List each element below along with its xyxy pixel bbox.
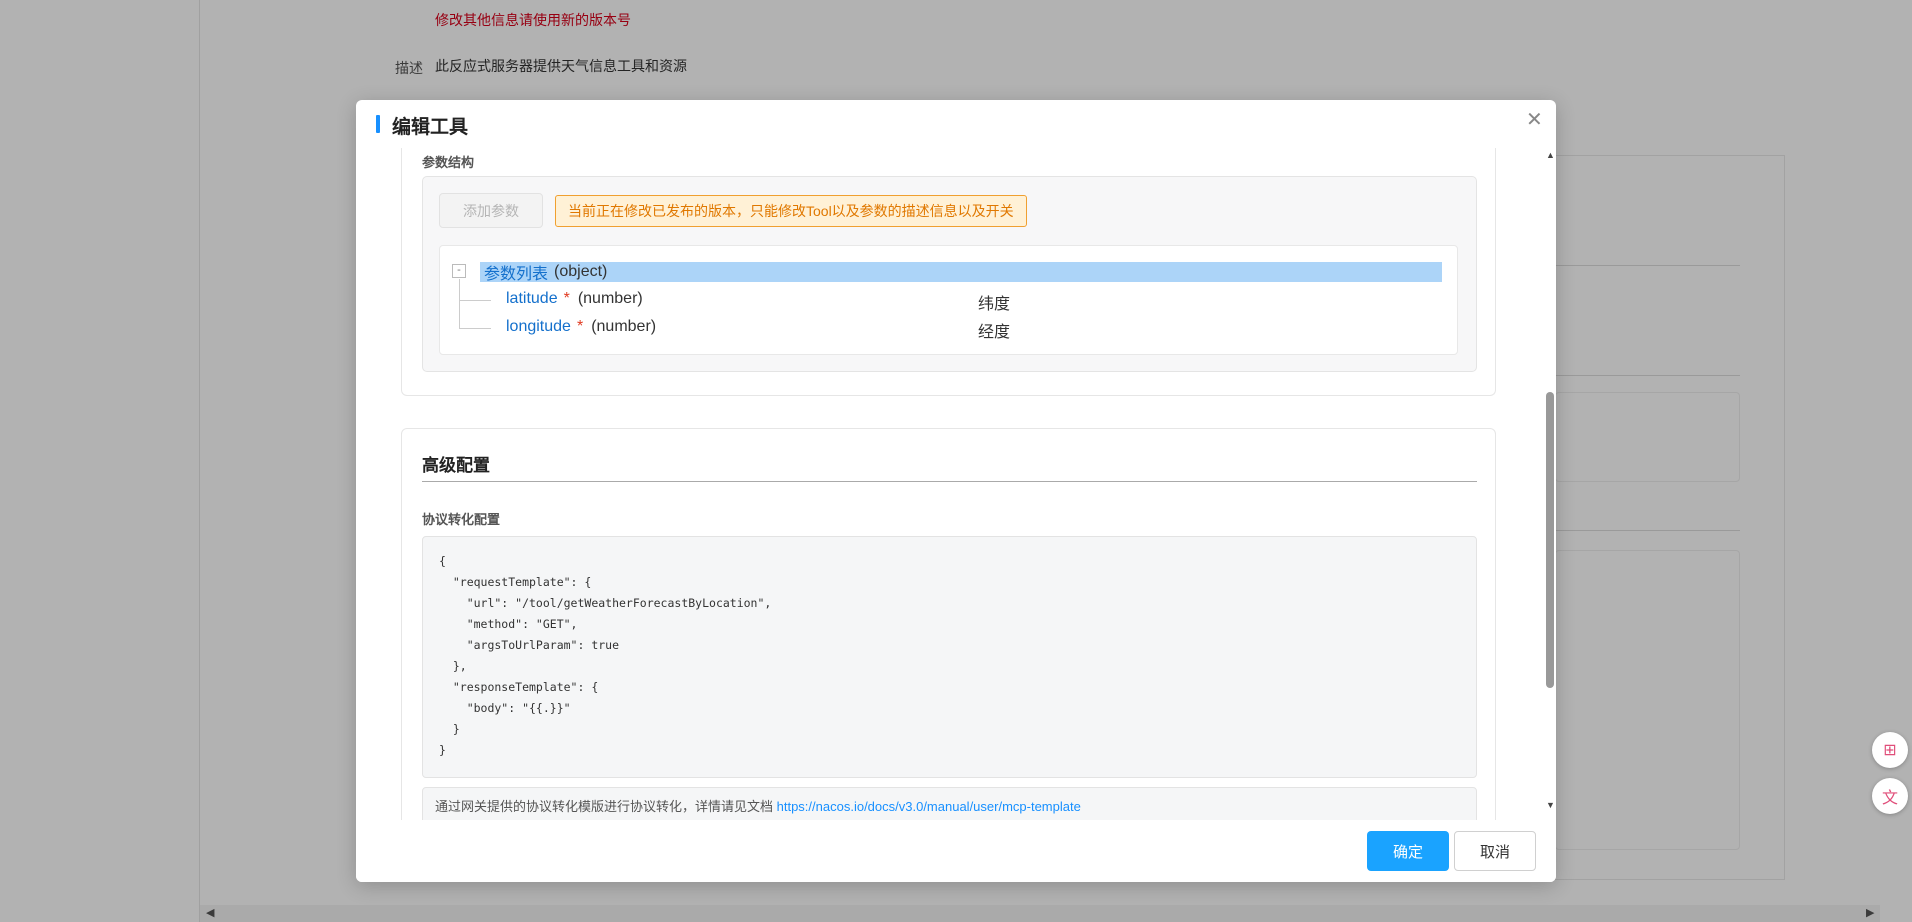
scrollbar-thumb[interactable] bbox=[1546, 392, 1554, 688]
tree-connector bbox=[459, 279, 460, 329]
root-name: 参数列表 bbox=[484, 266, 549, 283]
template-hint: 通过网关提供的协议转化模版进行协议转化，详情请见文档 https://nacos… bbox=[422, 787, 1477, 820]
published-version-notice: 当前正在修改已发布的版本，只能修改Tool以及参数的描述信息以及开关 bbox=[555, 195, 1027, 227]
close-icon[interactable]: ✕ bbox=[1526, 110, 1543, 130]
title-accent-bar bbox=[376, 115, 380, 133]
dialog-body: 参数结构 添加参数 当前正在修改已发布的版本，只能修改Tool以及参数的描述信息… bbox=[356, 148, 1546, 820]
advanced-config-title: 高级配置 bbox=[422, 456, 490, 475]
scroll-down-icon[interactable]: ▼ bbox=[1546, 800, 1555, 810]
apps-add-icon[interactable]: ⊞ bbox=[1872, 732, 1908, 768]
param-row-latitude[interactable]: latitude * (number) bbox=[506, 290, 643, 308]
protocol-config-editor[interactable]: { "requestTemplate": { "url": "/tool/get… bbox=[422, 536, 1477, 778]
param-name: latitude bbox=[506, 290, 558, 307]
param-desc: 纬度 bbox=[978, 296, 1011, 313]
code-line: "argsToUrlParam": true bbox=[439, 638, 620, 652]
param-type: (number) bbox=[577, 290, 643, 307]
params-card: 参数结构 添加参数 当前正在修改已发布的版本，只能修改Tool以及参数的描述信息… bbox=[401, 148, 1496, 396]
confirm-button[interactable]: 确定 bbox=[1367, 831, 1449, 871]
dialog-footer: 确定 取消 bbox=[356, 820, 1556, 882]
params-section-label: 参数结构 bbox=[422, 155, 475, 170]
section-divider bbox=[422, 481, 1477, 482]
tree-connector bbox=[459, 328, 491, 329]
code-line: { bbox=[439, 554, 446, 568]
param-row-longitude[interactable]: longitude * (number) bbox=[506, 318, 656, 336]
hint-text: 通过网关提供的协议转化模版进行协议转化，详情请见文档 bbox=[435, 799, 777, 814]
protocol-config-label: 协议转化配置 bbox=[422, 512, 501, 527]
dialog-scrollbar[interactable]: ▲ ▼ bbox=[1544, 148, 1556, 820]
tree-connector bbox=[459, 300, 491, 301]
translate-icon[interactable]: 文 bbox=[1872, 778, 1908, 814]
code-line: "responseTemplate": { bbox=[439, 680, 599, 694]
code-line: }, bbox=[439, 659, 467, 673]
docs-link[interactable]: https://nacos.io/docs/v3.0/manual/user/m… bbox=[777, 799, 1081, 814]
root-type: (object) bbox=[554, 263, 608, 280]
code-line: "url": "/tool/getWeatherForecastByLocati… bbox=[439, 596, 772, 610]
add-param-button[interactable]: 添加参数 bbox=[439, 193, 543, 228]
code-line: "method": "GET", bbox=[439, 617, 578, 631]
tree-root-node[interactable]: 参数列表 (object) bbox=[480, 262, 1442, 283]
dialog-header: 编辑工具 ✕ bbox=[356, 100, 1556, 148]
scroll-up-icon[interactable]: ▲ bbox=[1546, 150, 1555, 160]
param-desc: 经度 bbox=[978, 324, 1011, 341]
code-line: } bbox=[439, 743, 446, 757]
code-line: "body": "{{.}}" bbox=[439, 701, 571, 715]
param-type: (number) bbox=[591, 318, 657, 335]
code-line: "requestTemplate": { bbox=[439, 575, 592, 589]
advanced-config-card: 高级配置 协议转化配置 { "requestTemplate": { "url"… bbox=[401, 428, 1496, 820]
collapse-toggle-icon[interactable]: - bbox=[452, 264, 466, 278]
param-name: longitude bbox=[506, 318, 571, 335]
edit-tool-dialog: 编辑工具 ✕ 参数结构 添加参数 当前正在修改已发布的版本，只能修改Tool以及… bbox=[356, 100, 1556, 882]
required-mark: * bbox=[576, 318, 584, 335]
dialog-title: 编辑工具 bbox=[392, 117, 469, 138]
param-tree: - 参数列表 (object) latitude * (number) 纬度 l… bbox=[439, 245, 1458, 355]
cancel-button[interactable]: 取消 bbox=[1454, 831, 1536, 871]
code-line: } bbox=[439, 722, 460, 736]
required-mark: * bbox=[563, 290, 570, 307]
params-area: 添加参数 当前正在修改已发布的版本，只能修改Tool以及参数的描述信息以及开关 … bbox=[422, 176, 1477, 372]
